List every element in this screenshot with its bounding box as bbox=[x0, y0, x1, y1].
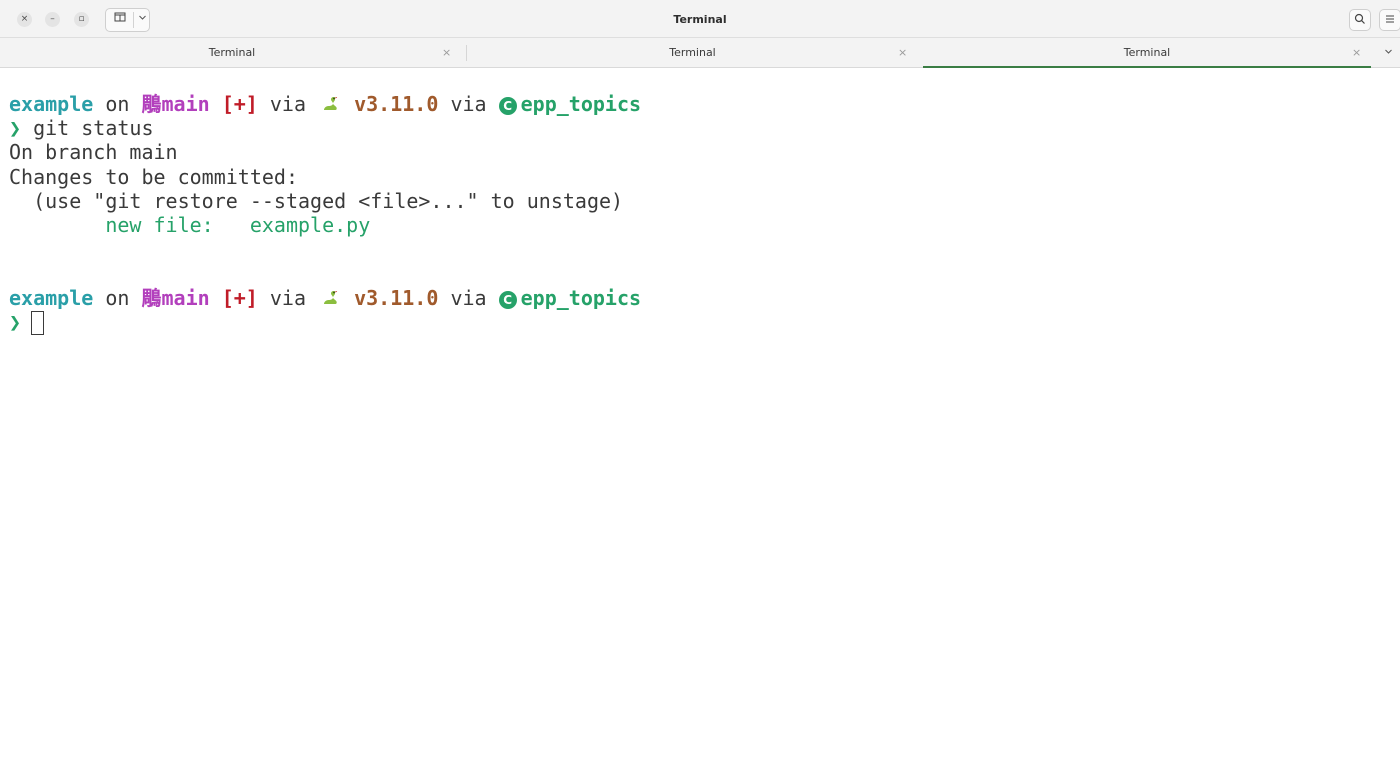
prompt-on: on bbox=[105, 285, 130, 310]
new-file-label: new file: bbox=[105, 212, 214, 237]
conda-c-icon: C bbox=[498, 290, 517, 309]
prompt-git-status: [+] bbox=[221, 285, 258, 310]
prompt-branch: main bbox=[161, 285, 210, 310]
prompt-line: example on 鵰main [+] via v3.11.0 via Cep… bbox=[9, 286, 1394, 310]
prompt-conda-env: epp_topics bbox=[520, 285, 642, 310]
output-line: On branch main bbox=[9, 140, 178, 165]
branch-symbol-icon: 鵰 bbox=[141, 92, 162, 116]
window-title: Terminal bbox=[673, 13, 727, 26]
tab-terminal-1[interactable]: Terminal × bbox=[0, 38, 464, 68]
prompt-branch: main bbox=[161, 92, 210, 116]
tab-close-button[interactable]: × bbox=[898, 38, 907, 68]
prompt-directory: example bbox=[9, 92, 94, 116]
tab-terminal-2[interactable]: Terminal × bbox=[466, 38, 919, 68]
prompt-python-version: v3.11.0 bbox=[354, 92, 439, 116]
input-line[interactable]: ❯ bbox=[9, 309, 1394, 335]
tab-terminal-3[interactable]: Terminal × bbox=[923, 38, 1371, 68]
snake-icon bbox=[324, 97, 338, 110]
prompt-char: ❯ bbox=[9, 309, 22, 334]
main-menu-button[interactable] bbox=[1379, 9, 1400, 31]
new-file-name: example.py bbox=[249, 212, 371, 237]
prompt-via: via bbox=[450, 285, 487, 310]
tab-label: Terminal bbox=[1123, 46, 1171, 59]
output-line-new-file: new file: example.py bbox=[9, 213, 1394, 237]
command-line: ❯ git status bbox=[9, 116, 1394, 140]
tabs-overflow-button[interactable] bbox=[1384, 38, 1393, 68]
snake-icon bbox=[324, 290, 338, 304]
prompt-char: ❯ bbox=[9, 116, 22, 141]
hamburger-menu-icon bbox=[1386, 15, 1394, 23]
prompt-line: example on 鵰main [+] via v3.11.0 via Cep… bbox=[9, 92, 1394, 116]
prompt-git-status: [+] bbox=[221, 92, 258, 116]
tab-close-button[interactable]: × bbox=[1352, 38, 1361, 68]
tab-close-button[interactable]: × bbox=[442, 38, 451, 68]
header-bar: × – ▫ Terminal bbox=[0, 0, 1400, 38]
prompt-via: via bbox=[269, 285, 306, 310]
branch-symbol-icon: 鵰 bbox=[141, 285, 162, 310]
tab-bar: Terminal × Terminal × Terminal × bbox=[0, 38, 1400, 68]
search-icon bbox=[1354, 13, 1365, 24]
conda-c-icon: C bbox=[498, 97, 517, 115]
prompt-conda-env: epp_topics bbox=[520, 92, 642, 116]
prompt-via: via bbox=[269, 92, 306, 116]
terminal-output[interactable]: example on 鵰main [+] via v3.11.0 via Cep… bbox=[9, 92, 1394, 335]
chevron-down-icon bbox=[1385, 49, 1392, 54]
search-button[interactable] bbox=[1349, 9, 1371, 31]
prompt-via: via bbox=[450, 92, 487, 116]
tab-label: Terminal bbox=[208, 46, 256, 59]
output-line: Changes to be committed: bbox=[9, 164, 298, 189]
prompt-python-version: v3.11.0 bbox=[354, 285, 439, 310]
tab-label: Terminal bbox=[669, 46, 716, 59]
prompt-directory: example bbox=[9, 285, 94, 310]
text-cursor bbox=[31, 310, 45, 335]
output-line: (use "git restore --staged <file>..." to… bbox=[9, 188, 624, 213]
command-text: git status bbox=[33, 116, 154, 141]
prompt-on: on bbox=[105, 92, 130, 116]
